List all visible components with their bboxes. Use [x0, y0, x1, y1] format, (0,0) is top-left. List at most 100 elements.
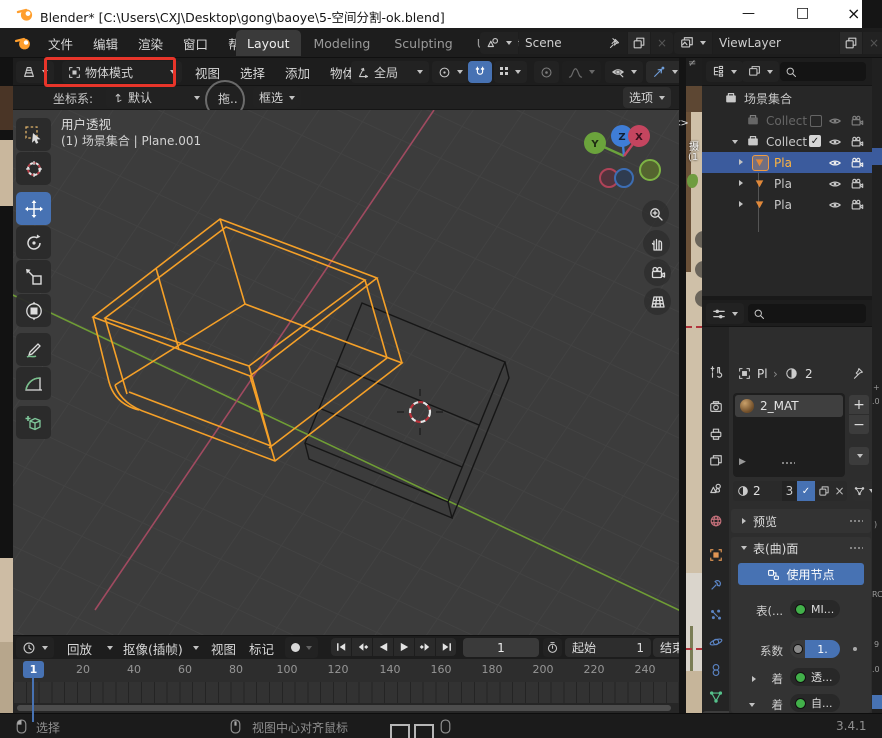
eye-icon[interactable]: [828, 156, 842, 170]
material-datablock-field[interactable]: 2: [733, 481, 782, 501]
use-preview-range-button[interactable]: [543, 638, 562, 657]
surface-panel-header[interactable]: 表(曲)面: [731, 537, 871, 559]
surface-shader-selector[interactable]: MI...: [790, 600, 840, 618]
menu-keying[interactable]: 抠像(插帧): [113, 635, 185, 661]
eye-icon[interactable]: [828, 177, 842, 191]
current-frame-badge[interactable]: 1: [23, 661, 44, 678]
breadcrumb-object[interactable]: Pl: [757, 367, 768, 381]
tab-render-icon[interactable]: [709, 400, 723, 414]
fake-user-shield-button[interactable]: ✓: [797, 481, 815, 501]
camera-visibility-icon[interactable]: [850, 198, 864, 212]
properties-search-field[interactable]: [748, 304, 866, 323]
outliner-display-mode-button[interactable]: [742, 61, 779, 82]
tab-constraints-icon[interactable]: [709, 663, 723, 677]
eye-icon[interactable]: [828, 114, 842, 128]
pivot-dropdown[interactable]: [432, 61, 469, 83]
menu-window[interactable]: 窗口: [173, 30, 218, 56]
shader2-selector[interactable]: 自...: [790, 694, 840, 712]
tab-viewlayer-icon[interactable]: [709, 454, 723, 468]
timeline-tracks[interactable]: [13, 682, 679, 703]
preview-panel-header[interactable]: 预览: [731, 509, 871, 533]
menu-markers[interactable]: 标记: [239, 635, 284, 661]
current-frame-field[interactable]: 1: [463, 638, 539, 657]
slot-specials-button[interactable]: [849, 447, 869, 465]
menu-edit[interactable]: 编辑: [83, 30, 128, 56]
tab-particles-icon[interactable]: [709, 608, 723, 622]
tool-rotate[interactable]: [16, 226, 51, 259]
snap-toggle[interactable]: [468, 61, 492, 83]
scene-unlink-button[interactable]: ×: [651, 32, 673, 54]
playhead[interactable]: [32, 678, 34, 722]
outliner-row-plane-selected[interactable]: Pla: [702, 152, 872, 173]
workspace-tab-modeling[interactable]: Modeling: [303, 30, 382, 56]
select-mode-chip[interactable]: 框选: [253, 87, 301, 108]
use-nodes-button[interactable]: 使用节点: [738, 563, 864, 585]
tool-measure[interactable]: [16, 367, 51, 400]
tool-select-box[interactable]: [16, 118, 51, 151]
new-material-button[interactable]: [815, 481, 832, 501]
tab-output-icon[interactable]: [709, 427, 723, 441]
scene-new-button[interactable]: [628, 32, 650, 54]
properties-editor-button[interactable]: [706, 303, 744, 324]
tab-modifiers-icon[interactable]: [709, 578, 723, 592]
exclude-checkbox-empty[interactable]: [810, 115, 822, 127]
collapse-arrows-icon[interactable]: <>: [679, 118, 688, 129]
tool-scale[interactable]: [16, 260, 51, 293]
timeline-scrollbar[interactable]: [13, 703, 679, 713]
camera-view-button[interactable]: [644, 259, 671, 286]
eye-icon[interactable]: [828, 135, 842, 149]
blender-icon[interactable]: [14, 34, 32, 52]
expander-icon[interactable]: [739, 159, 743, 165]
tool-move[interactable]: [16, 192, 51, 225]
outliner-row-collection-excluded[interactable]: Collect: [702, 110, 872, 131]
expander-icon[interactable]: [739, 180, 743, 186]
grid-view-button[interactable]: [644, 288, 671, 315]
close-button[interactable]: ×: [847, 4, 860, 23]
ghost-camera-button[interactable]: [695, 290, 702, 307]
remove-slot-button[interactable]: −: [849, 415, 869, 434]
breadcrumb-material[interactable]: 2: [805, 367, 813, 381]
exclude-checkbox-checked[interactable]: ✓: [809, 135, 821, 147]
navigation-gizmo[interactable]: Y Z X: [570, 116, 679, 200]
zoom-view-button[interactable]: [642, 200, 669, 227]
material-slot-active[interactable]: 2_MAT: [735, 395, 843, 417]
play-reverse-button[interactable]: [373, 638, 393, 656]
auto-key-button[interactable]: [285, 637, 318, 658]
snap-settings-dropdown[interactable]: [494, 61, 527, 83]
scene-name-field[interactable]: Scene: [519, 32, 627, 54]
viewlayer-new-button[interactable]: [840, 32, 862, 54]
menu-select[interactable]: 选择: [230, 59, 275, 85]
timeline-editor-button[interactable]: [16, 637, 54, 658]
material-specials-button[interactable]: [853, 481, 872, 501]
outliner-row-plane[interactable]: Pla: [702, 173, 872, 194]
pin-icon[interactable]: [608, 37, 621, 50]
tab-world-icon[interactable]: [709, 514, 723, 528]
tab-object-data-icon[interactable]: [709, 690, 723, 704]
timeline-ruler[interactable]: 20 40 60 80 100 120 140 160 180 200 220 …: [13, 659, 679, 682]
user-count-badge[interactable]: 3: [782, 481, 797, 501]
outliner-editor-button[interactable]: [706, 61, 743, 82]
camera-viewport-strip[interactable]: ≠ 摄 (1 <>: [679, 58, 702, 713]
menu-render[interactable]: 渲染: [128, 30, 173, 56]
eye-icon[interactable]: [828, 198, 842, 212]
tab-object-icon[interactable]: [709, 548, 723, 562]
panel-grip[interactable]: [849, 546, 863, 551]
factor-value-field[interactable]: 1.: [805, 640, 840, 658]
tool-add-cube[interactable]: [16, 406, 51, 439]
viewport-3d[interactable]: 用户透视 (1) 场景集合 | Plane.001: [13, 110, 679, 635]
proportional-editing-toggle[interactable]: [534, 61, 559, 83]
viewlayer-type-selector[interactable]: [674, 32, 712, 54]
next-keyframe-button[interactable]: [415, 638, 435, 656]
outliner-row-plane[interactable]: Pla: [702, 194, 872, 215]
scene-type-selector[interactable]: [480, 32, 518, 54]
camera-visibility-icon[interactable]: [850, 177, 864, 191]
transform-orientation-chip[interactable]: 默认: [106, 87, 206, 108]
workspace-tab-sculpting[interactable]: Sculpting: [383, 30, 463, 56]
unlink-material-button[interactable]: ×: [832, 481, 847, 501]
camera-visibility-icon[interactable]: [850, 156, 864, 170]
scrollbar-thumb[interactable]: [17, 705, 671, 711]
expander-icon[interactable]: [732, 140, 738, 144]
pin-icon[interactable]: [851, 366, 865, 380]
orientation-dropdown[interactable]: 全局: [351, 61, 429, 83]
start-frame-field[interactable]: 起始 1: [565, 638, 651, 657]
